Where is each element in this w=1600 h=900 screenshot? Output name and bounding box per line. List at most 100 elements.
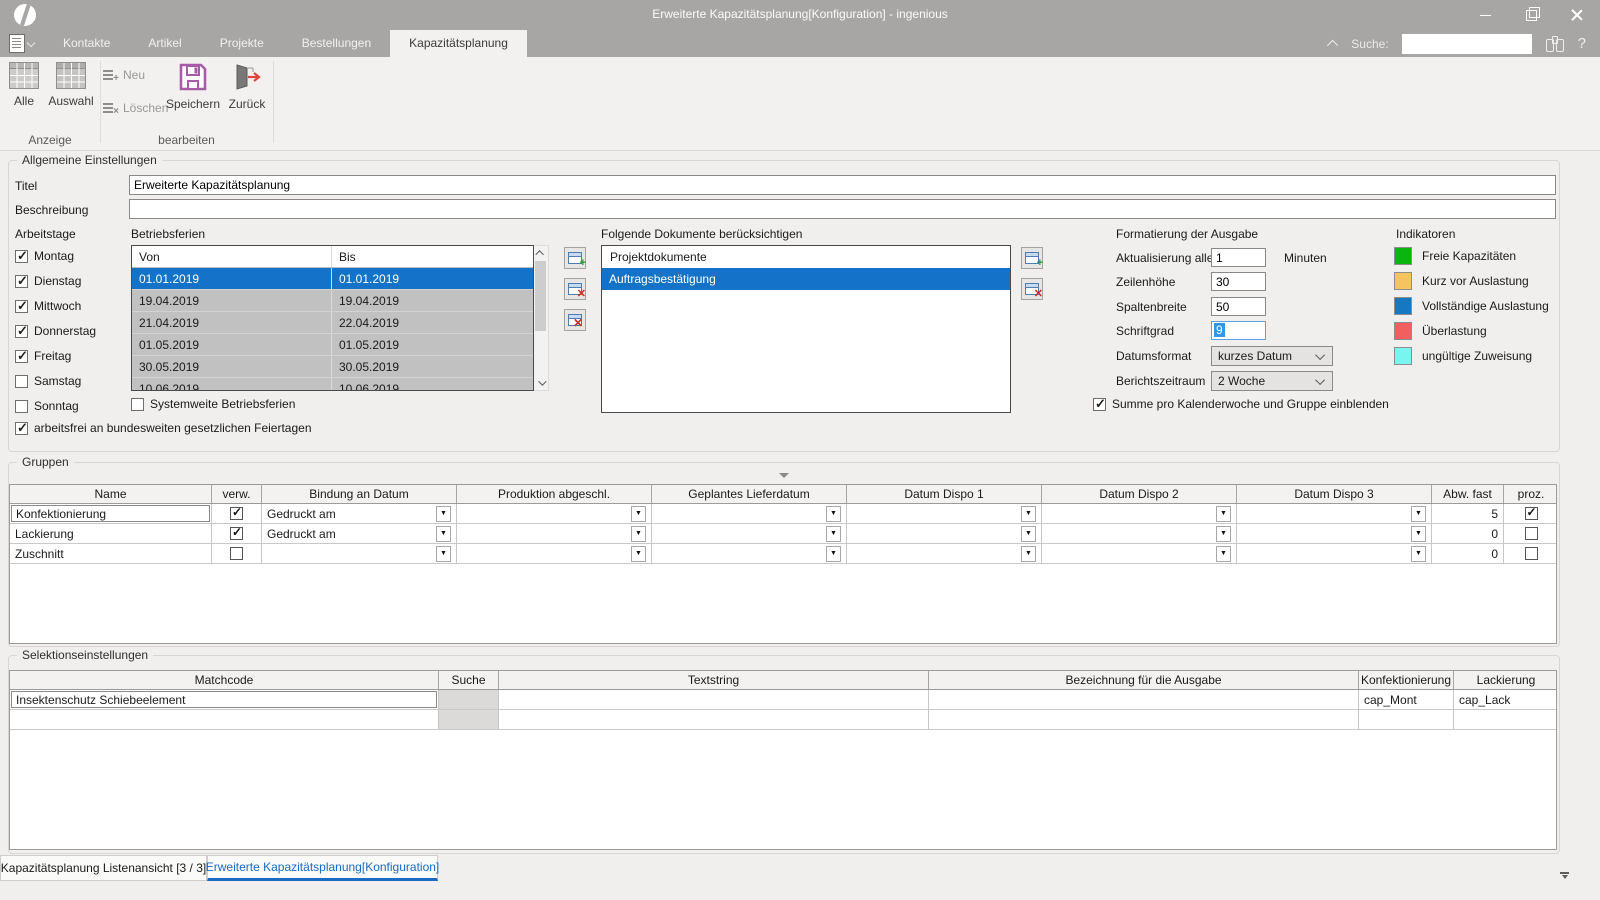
checkbox-dienstag[interactable]: Dienstag (15, 274, 96, 288)
neu-button[interactable]: + Neu (103, 68, 145, 82)
vertical-scrollbar[interactable] (534, 245, 549, 391)
cell-konfektionierung[interactable] (1359, 710, 1454, 729)
close-button[interactable] (1554, 0, 1600, 30)
dropdown-button[interactable] (436, 546, 451, 562)
dokumente-add-button[interactable]: + (1021, 247, 1043, 269)
dropdown-button[interactable] (631, 526, 646, 542)
cell-name[interactable]: Lackierung (10, 524, 212, 543)
cell-bindung-dropdown[interactable]: Gedruckt am (262, 504, 457, 523)
checkbox-donnerstag[interactable]: Donnerstag (15, 324, 96, 338)
column-header-von[interactable]: Von (132, 246, 332, 267)
dokumente-list[interactable]: Projektdokumente Auftragsbestätigung (601, 245, 1011, 413)
betriebsferien-add-row-button[interactable]: + (564, 247, 586, 269)
cell-verw[interactable] (212, 504, 262, 523)
cell-bindung-dropdown[interactable]: Gedruckt am (262, 524, 457, 543)
alle-button[interactable]: Alle (6, 62, 42, 108)
cell-textstring[interactable] (499, 710, 929, 729)
scroll-up-icon[interactable] (534, 246, 547, 260)
dropdown-button[interactable] (826, 506, 841, 522)
cell-bindung-dropdown[interactable] (262, 544, 457, 563)
column-header[interactable]: Konfektionierung (1359, 671, 1454, 689)
restore-button[interactable] (1508, 0, 1554, 30)
betriebsferien-delete-all-button[interactable]: ✕ (564, 309, 586, 331)
table-row[interactable]: 19.04.201919.04.2019 (132, 290, 533, 312)
checkbox-summe-pro-kalenderwoche[interactable]: Summe pro Kalenderwoche und Gruppe einbl… (1093, 397, 1389, 411)
menu-tab-kapazitaetsplanung[interactable]: Kapazitätsplanung (390, 30, 527, 57)
cell-lieferdatum-dropdown[interactable] (652, 544, 847, 563)
column-header[interactable]: Bindung an Datum (262, 485, 457, 503)
checkbox-samstag[interactable]: Samstag (15, 374, 96, 388)
dropdown-button[interactable] (826, 546, 841, 562)
dropdown-button[interactable] (436, 526, 451, 542)
scrollbar-thumb[interactable] (535, 261, 546, 331)
cell-lieferdatum-dropdown[interactable] (652, 524, 847, 543)
column-header[interactable]: Abw. fast (1432, 485, 1504, 503)
cell-lieferdatum-dropdown[interactable] (652, 504, 847, 523)
cell-verw[interactable] (212, 544, 262, 563)
tab-konfiguration[interactable]: Erweiterte Kapazitätsplanung[Konfigurati… (207, 855, 438, 881)
cell-lackierung[interactable]: cap_Lack (1454, 690, 1557, 709)
menu-tab-projekte[interactable]: Projekte (201, 30, 283, 57)
tab-listenansicht[interactable]: Kapazitätsplanung Listenansicht [3 / 3] (0, 855, 207, 881)
dropdown-button[interactable] (436, 506, 451, 522)
dropdown-button[interactable] (631, 506, 646, 522)
cell-abw-fast[interactable]: 5 (1432, 504, 1504, 523)
zeilenhoehe-input[interactable] (1211, 272, 1266, 291)
cell-dispo3-dropdown[interactable] (1237, 524, 1432, 543)
cell-dispo2-dropdown[interactable] (1042, 544, 1237, 563)
cell-abw-fast[interactable]: 0 (1432, 524, 1504, 543)
help-icon[interactable]: ? (1578, 35, 1586, 52)
beschreibung-input[interactable] (129, 199, 1556, 219)
list-item[interactable]: Auftragsbestätigung (602, 268, 1010, 290)
cell-bezeichnung[interactable] (929, 710, 1359, 729)
table-row[interactable]: 01.01.201901.01.2019 (132, 268, 533, 290)
column-header[interactable]: Lackierung (1454, 671, 1557, 689)
datumsformat-dropdown[interactable]: kurzes Datum (1211, 346, 1333, 366)
search-input[interactable] (1402, 34, 1532, 54)
gruppen-grid[interactable]: Name verw. Bindung an Datum Produktion a… (9, 484, 1557, 644)
column-header[interactable]: verw. (212, 485, 262, 503)
dropdown-button[interactable] (1411, 546, 1426, 562)
checkbox-sonntag[interactable]: Sonntag (15, 399, 96, 413)
tab-list-menu-icon[interactable] (1560, 871, 1570, 879)
dropdown-button[interactable] (1411, 526, 1426, 542)
checkbox-mittwoch[interactable]: Mittwoch (15, 299, 96, 313)
binoculars-search-icon[interactable] (1545, 36, 1565, 51)
column-header[interactable]: Textstring (499, 671, 929, 689)
collapse-ribbon-icon[interactable] (1327, 39, 1338, 50)
aktualisierung-input[interactable] (1211, 248, 1266, 267)
cell-textstring[interactable] (499, 690, 929, 709)
menu-tab-kontakte[interactable]: Kontakte (44, 30, 129, 57)
table-row[interactable]: 21.04.201922.04.2019 (132, 312, 533, 334)
cell-dispo3-dropdown[interactable] (1237, 504, 1432, 523)
column-header[interactable]: Name (10, 485, 212, 503)
checkbox-systemweite-betriebsferien[interactable]: Systemweite Betriebsferien (131, 397, 295, 411)
column-header[interactable]: Produktion abgeschl. (457, 485, 652, 503)
cell-dispo3-dropdown[interactable] (1237, 544, 1432, 563)
cell-proz[interactable] (1504, 504, 1557, 523)
cell-dispo1-dropdown[interactable] (847, 524, 1042, 543)
cell-dispo1-dropdown[interactable] (847, 504, 1042, 523)
minimize-button[interactable] (1462, 0, 1508, 30)
main-menu-button[interactable] (9, 33, 37, 54)
dokumente-delete-button[interactable]: ✕ (1021, 278, 1043, 300)
betriebsferien-delete-row-button[interactable]: ✕ (564, 278, 586, 300)
dropdown-button[interactable] (826, 526, 841, 542)
cell-konfektionierung[interactable]: cap_Mont (1359, 690, 1454, 709)
auswahl-button[interactable]: Auswahl (46, 62, 96, 108)
column-header[interactable]: Suche (439, 671, 499, 689)
dropdown-button[interactable] (1021, 546, 1036, 562)
checkbox-montag[interactable]: Montag (15, 249, 96, 263)
cell-name[interactable]: Konfektionierung (10, 504, 212, 523)
dropdown-button[interactable] (1021, 526, 1036, 542)
dropdown-button[interactable] (1216, 526, 1231, 542)
speichern-button[interactable]: Speichern (164, 62, 222, 111)
schriftgrad-input[interactable]: 9 (1211, 321, 1266, 340)
cell-dispo1-dropdown[interactable] (847, 544, 1042, 563)
berichtszeitraum-dropdown[interactable]: 2 Woche (1211, 371, 1333, 391)
cell-dispo2-dropdown[interactable] (1042, 524, 1237, 543)
cell-abw-fast[interactable]: 0 (1432, 544, 1504, 563)
zurueck-button[interactable]: Zurück (224, 62, 270, 111)
column-header[interactable]: Datum Dispo 2 (1042, 485, 1237, 503)
cell-matchcode[interactable]: Insektenschutz Schiebeelement (10, 690, 439, 709)
